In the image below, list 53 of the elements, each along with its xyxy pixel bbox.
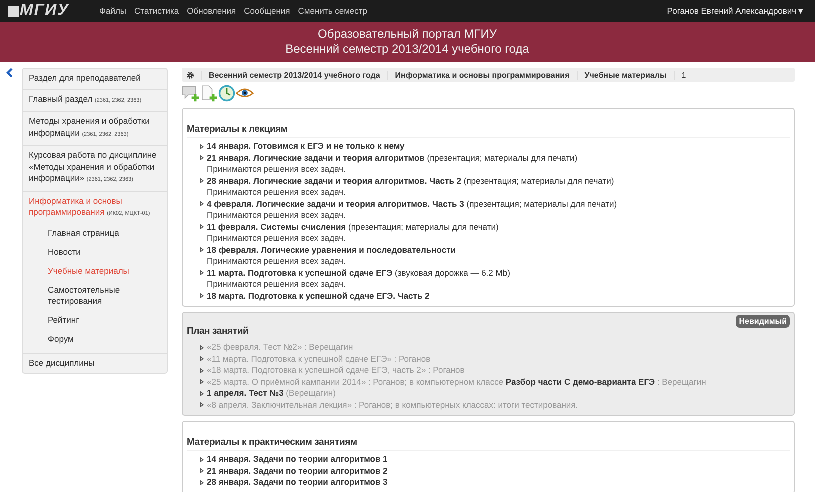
material-entry[interactable]: 21 января. Логические задачи и теория алгоритмов (презентация; материалы для печати) <box>207 152 578 164</box>
sidebar-subitem[interactable]: Новости <box>48 242 161 262</box>
material-entry[interactable]: 11 февраля. Системы счисления (презентация; материалы для печати) <box>207 222 499 233</box>
menu-link[interactable]: Статистика <box>134 6 180 16</box>
clock-icon[interactable] <box>218 84 236 102</box>
material-entry[interactable]: 28 января. Задачи по теории алгоритмов 3 <box>207 477 388 488</box>
entry-note: Принимаются решения всех задач. <box>206 233 347 244</box>
menu-link[interactable]: Сообщения <box>244 6 290 16</box>
sidebar-subitem[interactable]: Рейтинг <box>48 310 161 330</box>
logo[interactable]: МГИУ <box>20 2 70 20</box>
material-entry[interactable]: 14 января. Задачи по теории алгоритмов 1 <box>207 454 388 466</box>
breadcrumb-link[interactable]: 1 <box>674 70 694 80</box>
breadcrumb-link[interactable]: Весенний семестр 2013/2014 учебного года <box>201 70 388 80</box>
sidebar-subitem[interactable]: Самостоятельные тестирования <box>48 280 161 310</box>
expand-triangle-icon[interactable] <box>200 270 204 276</box>
section-title: Материалы к практическим занятиям <box>187 437 358 448</box>
menu-link[interactable]: Файлы <box>100 6 127 16</box>
menu-link[interactable]: Сменить семестр <box>298 6 368 16</box>
semester-title: Весенний семестр 2013/2014 учебного года <box>286 42 530 57</box>
breadcrumb-link[interactable]: Информатика и основы программирования <box>387 70 577 80</box>
expand-triangle-icon[interactable] <box>200 247 204 254</box>
entry-note: Принимаются решения всех задач. <box>206 256 347 268</box>
expand-triangle-icon[interactable] <box>200 178 204 184</box>
entry-note: Принимаются решения всех задач. <box>206 164 347 176</box>
material-entry[interactable]: 1 апреля. Тест №3 (Верещагин) <box>207 388 336 400</box>
visibility-badge[interactable]: Невидимый <box>736 315 790 328</box>
material-entry[interactable]: 11 марта. Подготовка к успешной сдаче ЕГЭ (звуковая дорожка — 6.2 Mb) <box>207 268 510 279</box>
material-entry[interactable]: 28 января. Логические задачи и теория алгоритмов. Часть 2 (презентация; материалы для печати) <box>207 176 614 187</box>
sidebar-subitem[interactable]: Учебные материалы <box>48 262 161 280</box>
section-title: Материалы к лекциям <box>187 124 288 135</box>
expand-triangle-icon[interactable] <box>200 201 204 208</box>
sidebar-subitem[interactable]: Форум <box>48 330 161 348</box>
material-entry[interactable]: 14 января. Готовимся к ЕГЭ и не только к нему <box>207 141 405 152</box>
sidebar-item[interactable]: Все дисциплины <box>23 354 167 373</box>
material-entry[interactable]: 18 марта. Подготовка к успешной сдаче ЕГЭ. Часть 2 <box>207 290 430 302</box>
material-entry[interactable]: «25 марта. О приёмной кампании 2014» : Роганов; в компьютерном классе Разбор части С демо-варианта ЕГЭ : Верещагин <box>207 376 706 388</box>
sidebar-item[interactable]: Раздел для преподавателей <box>23 69 167 90</box>
material-entry[interactable]: 21 января. Задачи по теории алгоритмов 2 <box>207 466 388 477</box>
sidebar-subitem[interactable]: Главная страница <box>48 224 161 242</box>
expand-triangle-icon[interactable] <box>200 293 204 300</box>
section-title: План занятий <box>187 326 249 337</box>
material-entry[interactable]: 18 февраля. Логические уравнения и последовательности <box>207 244 456 256</box>
menu-link[interactable]: Обновления <box>187 6 236 16</box>
entry-note: Принимаются решения всех задач. <box>206 279 347 290</box>
breadcrumb-link[interactable]: Учебные материалы <box>576 70 674 80</box>
user-menu[interactable]: Роганов Евгений Александрович▼ <box>667 6 805 16</box>
material-entry[interactable]: 4 февраля. Логические задачи и теория алгоритмов. Часть 3 (презентация; материалы для печати) <box>207 198 618 210</box>
entry-note: Принимаются решения всех задач. <box>206 210 347 222</box>
entry-note: Принимаются решения всех задач. <box>206 187 347 198</box>
portal-title: Образовательный портал МГИУ <box>318 27 497 42</box>
logo-square-icon <box>8 6 19 16</box>
expand-triangle-icon[interactable] <box>200 224 204 230</box>
settings-icon[interactable] <box>186 70 195 80</box>
